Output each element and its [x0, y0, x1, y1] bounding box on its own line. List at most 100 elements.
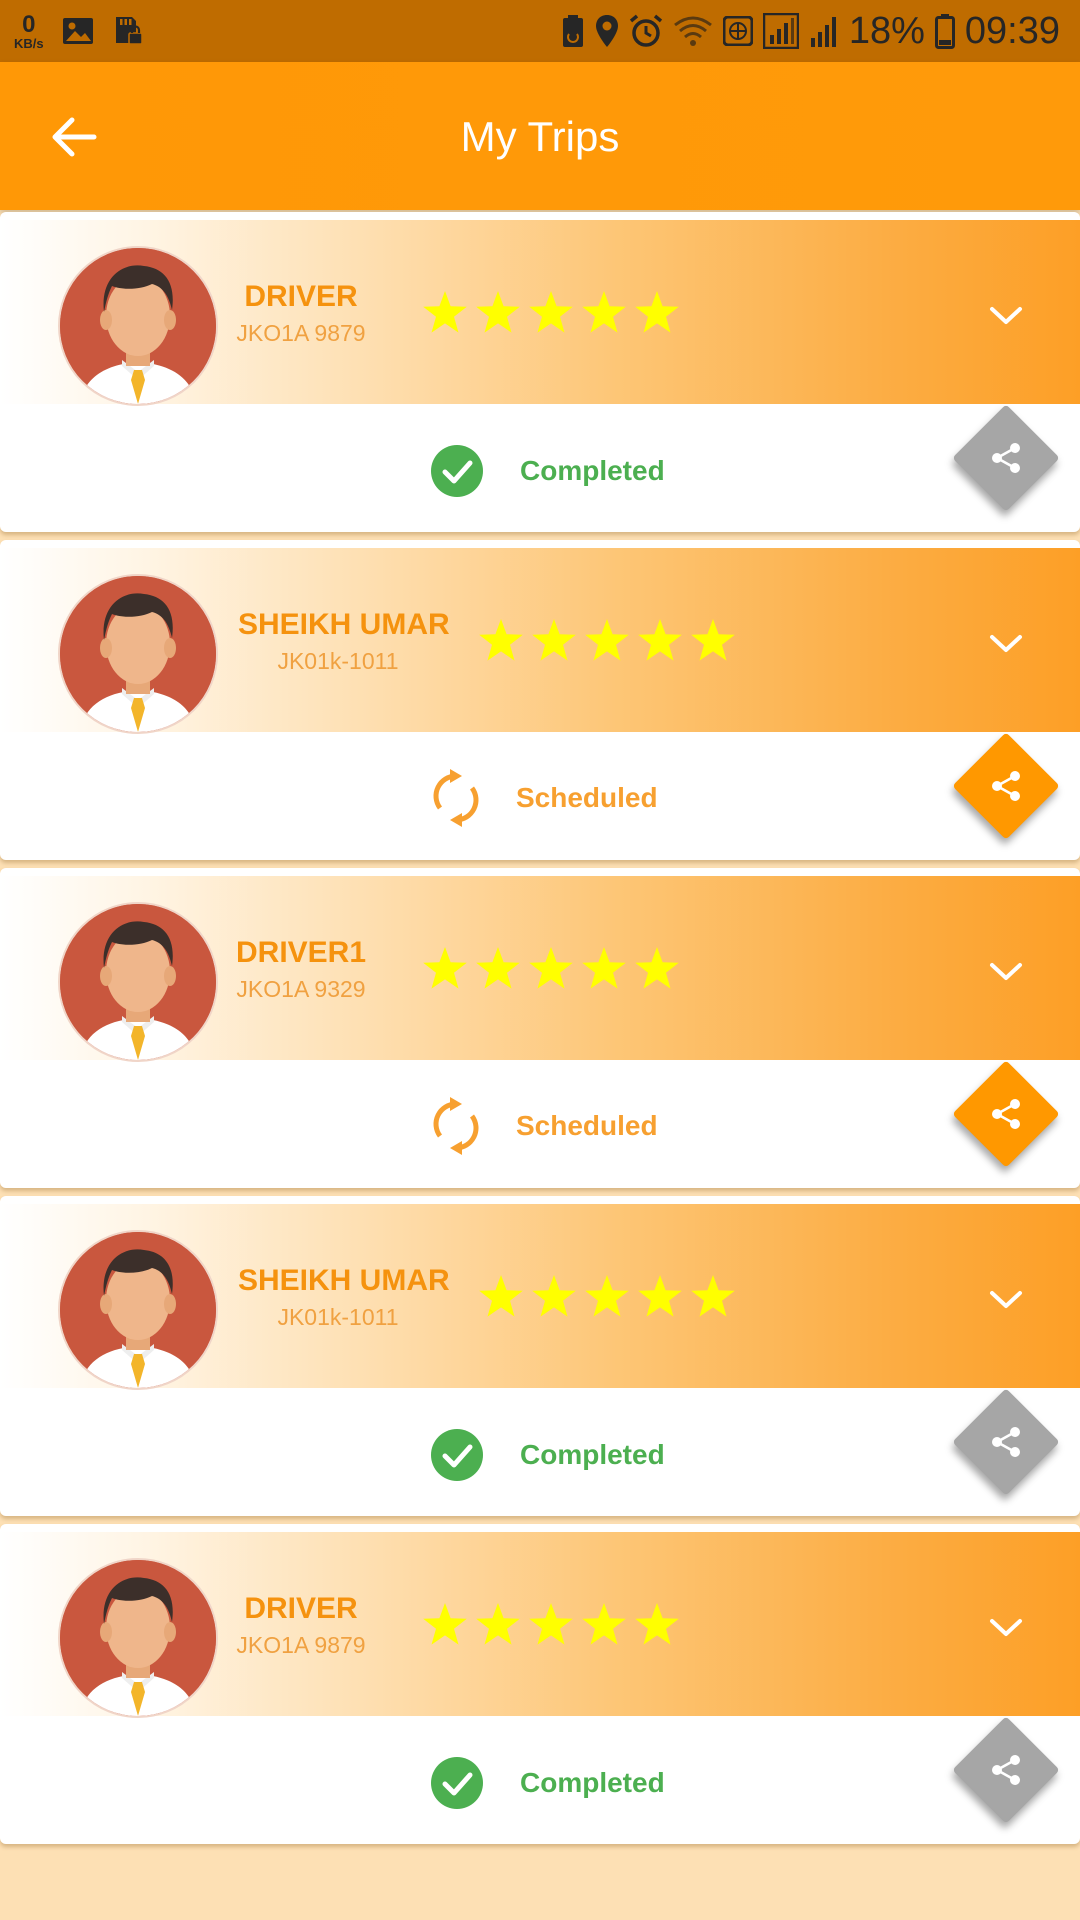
share-icon	[992, 443, 1020, 473]
star-filled-icon	[634, 290, 680, 334]
wifi-icon	[673, 15, 713, 47]
globe-icon	[722, 16, 753, 46]
driver-avatar	[58, 902, 218, 1062]
trip-card-header: SHEIKH UMAR JK01k-1011	[0, 1204, 1080, 1390]
share-button[interactable]	[952, 732, 1060, 840]
star-filled-icon	[531, 1274, 577, 1318]
driver-avatar	[58, 246, 218, 406]
chevron-down-icon	[990, 1291, 1022, 1308]
trip-status-label: Scheduled	[516, 1110, 658, 1141]
share-button[interactable]	[952, 1388, 1060, 1496]
network-speed-value: 0	[22, 10, 36, 38]
vehicle-number: JK01k-1011	[277, 648, 399, 674]
star-filled-icon	[475, 1602, 521, 1646]
network-speed: 0 KB/s	[14, 10, 44, 51]
expand-button[interactable]	[984, 1612, 1028, 1642]
chevron-down-icon	[990, 635, 1022, 652]
driver-avatar	[58, 1558, 218, 1718]
star-filled-icon	[422, 290, 468, 334]
star-filled-icon	[528, 1602, 574, 1646]
trip-card[interactable]: SHEIKH UMAR JK01k-1011 Completed	[0, 1196, 1080, 1516]
star-filled-icon	[634, 1602, 680, 1646]
trip-status: Scheduled	[432, 1096, 658, 1156]
rating-stars	[422, 1602, 680, 1646]
star-filled-icon	[581, 946, 627, 990]
star-filled-icon	[422, 1602, 468, 1646]
star-filled-icon	[422, 946, 468, 990]
trip-card[interactable]: DRIVER JKO1A 9879 Completed	[0, 1524, 1080, 1844]
driver-name: DRIVER	[244, 1592, 358, 1625]
driver-avatar	[58, 1230, 218, 1390]
check-circle-icon	[430, 444, 484, 498]
rating-stars	[422, 946, 680, 990]
star-filled-icon	[478, 1274, 524, 1318]
star-filled-icon	[637, 1274, 683, 1318]
star-filled-icon	[690, 1274, 736, 1318]
clock-time: 09:39	[964, 9, 1060, 52]
battery-percent: 18%	[848, 9, 925, 52]
sync-icon	[432, 1096, 480, 1156]
gallery-icon	[62, 16, 94, 46]
trip-card-header: SHEIKH UMAR JK01k-1011	[0, 548, 1080, 734]
star-filled-icon	[475, 946, 521, 990]
expand-button[interactable]	[984, 628, 1028, 658]
app-bar: My Trips	[0, 62, 1080, 210]
check-circle-icon	[430, 1756, 484, 1810]
vehicle-number: JK01k-1011	[277, 1304, 399, 1330]
driver-info: SHEIKH UMAR JK01k-1011	[238, 608, 450, 676]
status-bar-left: 0 KB/s	[14, 8, 144, 54]
rating-stars	[478, 618, 736, 662]
star-filled-icon	[581, 290, 627, 334]
trip-status: Completed	[430, 1756, 665, 1810]
expand-button[interactable]	[984, 956, 1028, 986]
trip-card[interactable]: SHEIKH UMAR JK01k-1011 Scheduled	[0, 540, 1080, 860]
share-icon	[992, 1427, 1020, 1457]
expand-button[interactable]	[984, 1284, 1028, 1314]
star-filled-icon	[528, 946, 574, 990]
vehicle-number: JKO1A 9879	[236, 320, 366, 346]
driver-info: DRIVER JKO1A 9879	[236, 1592, 366, 1660]
alarm-icon	[629, 14, 663, 48]
trip-card-header: DRIVER1 JKO1A 9329	[0, 876, 1080, 1062]
rating-stars	[478, 1274, 736, 1318]
status-bar-right: 18% 09:39	[561, 6, 1060, 56]
trip-status-label: Scheduled	[516, 782, 658, 813]
battery-icon	[934, 13, 955, 49]
driver-name: DRIVER	[244, 280, 358, 313]
signal-sim1-icon	[762, 13, 799, 49]
driver-name: SHEIKH UMAR	[238, 1264, 450, 1297]
signal-sim2-icon	[809, 14, 839, 48]
trip-status-label: Completed	[520, 1767, 665, 1798]
driver-name: SHEIKH UMAR	[238, 608, 450, 641]
trip-status: Scheduled	[432, 768, 658, 828]
driver-info: DRIVER1 JKO1A 9329	[236, 936, 366, 1004]
driver-info: SHEIKH UMAR JK01k-1011	[238, 1264, 450, 1332]
driver-info: DRIVER JKO1A 9879	[236, 280, 366, 348]
vehicle-number: JKO1A 9329	[236, 976, 366, 1002]
location-icon	[595, 14, 619, 48]
network-speed-unit: KB/s	[14, 35, 44, 51]
star-filled-icon	[690, 618, 736, 662]
driver-avatar	[58, 574, 218, 734]
share-button[interactable]	[952, 1716, 1060, 1824]
share-button[interactable]	[952, 404, 1060, 512]
sync-icon	[432, 768, 480, 828]
star-filled-icon	[634, 946, 680, 990]
share-icon	[992, 1099, 1020, 1129]
trip-card-header: DRIVER JKO1A 9879	[0, 1532, 1080, 1718]
star-filled-icon	[531, 618, 577, 662]
rating-stars	[422, 290, 680, 334]
chevron-down-icon	[990, 1619, 1022, 1636]
share-icon	[992, 771, 1020, 801]
trip-card[interactable]: DRIVER1 JKO1A 9329 Scheduled	[0, 868, 1080, 1188]
driver-name: DRIVER1	[236, 936, 367, 969]
expand-button[interactable]	[984, 300, 1028, 330]
chevron-down-icon	[990, 307, 1022, 324]
battery-saver-icon	[561, 14, 585, 48]
share-button[interactable]	[952, 1060, 1060, 1168]
star-filled-icon	[528, 290, 574, 334]
sd-card-lock-icon	[112, 15, 144, 47]
chevron-down-icon	[990, 963, 1022, 980]
trip-status: Completed	[430, 444, 665, 498]
trip-card[interactable]: DRIVER JKO1A 9879 Completed	[0, 212, 1080, 532]
